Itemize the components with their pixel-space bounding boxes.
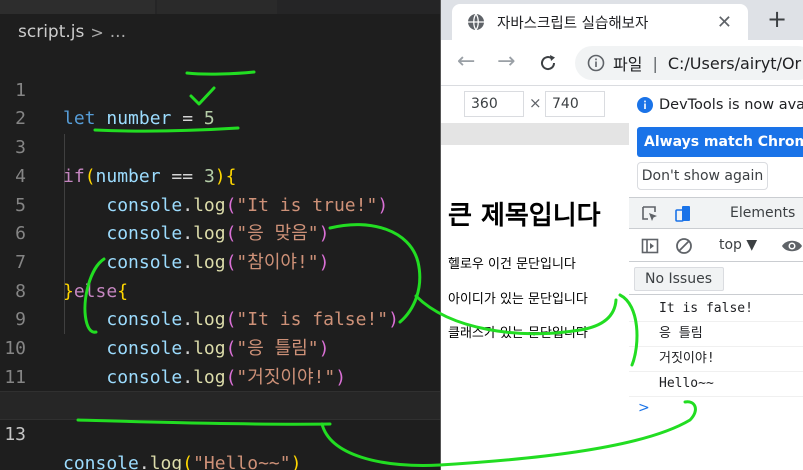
device-height-input[interactable]: 740 [545, 91, 605, 117]
code-line[interactable]: 4 console.log("It is true!") [0, 134, 440, 216]
ruler-strip [441, 123, 629, 145]
clear-console-icon[interactable] [675, 237, 693, 255]
tab-elements[interactable]: Elements [730, 205, 795, 221]
browser-toolbar: ← → 파일 | C:/Users/airyt/Or [441, 40, 803, 86]
breadcrumb-file[interactable]: script.js [18, 22, 84, 42]
context-selector[interactable]: top ▼ [719, 237, 757, 253]
line-number: 13 [4, 424, 26, 446]
reload-icon[interactable] [538, 53, 558, 73]
code-line[interactable]: 10 console.log("거짓이야!") [0, 306, 440, 388]
eye-icon[interactable] [781, 237, 803, 255]
dont-show-again-button[interactable]: Don't show again [637, 162, 768, 190]
device-toggle-icon[interactable] [674, 205, 692, 223]
editor-tab[interactable] [157, 0, 277, 14]
dimension-separator: × [529, 94, 542, 112]
info-icon[interactable] [587, 54, 605, 72]
always-match-language-button[interactable]: Always match Chrome's [637, 127, 803, 157]
globe-icon [468, 13, 484, 31]
code-line[interactable]: 2 [0, 77, 440, 129]
inspect-element-icon[interactable] [641, 205, 659, 223]
browser-window: 자바스크립트 실습해보자 ✕ + ← → 파일 | C:/Users/airyt… [440, 0, 803, 470]
console-message: 응 틀림 [629, 322, 803, 347]
editor-tab-strip [0, 0, 440, 14]
browser-tab-title: 자바스크립트 실습해보자 [497, 15, 649, 32]
console-message: It is false! [629, 297, 803, 322]
code-string: "Hello~~" [193, 452, 291, 470]
browser-tab[interactable]: 자바스크립트 실습해보자 ✕ [452, 4, 748, 40]
back-arrow-icon[interactable]: ← [457, 50, 475, 74]
browser-tab-strip: 자바스크립트 실습해보자 ✕ + [441, 0, 803, 40]
breadcrumb-more[interactable]: ... [110, 22, 126, 42]
device-width-input[interactable]: 360 [464, 91, 524, 117]
devtools-notice: DevTools is now avail [637, 97, 803, 113]
devtools-notice-text: DevTools is now avail [659, 97, 803, 113]
url-text[interactable]: C:/Users/airyt/Or [668, 54, 801, 73]
code-line[interactable]: 7 }else{ [0, 220, 440, 302]
code-line[interactable]: 11 } [0, 335, 440, 417]
code-line[interactable]: 5 console.log("응 맞음") [0, 163, 440, 245]
code-line[interactable]: 8 console.log("It is false!") [0, 249, 440, 331]
sidebar-toggle-icon[interactable] [641, 237, 659, 255]
console-toolbar: top ▼ [629, 230, 803, 262]
no-issues-button[interactable]: No Issues [634, 267, 724, 291]
issues-row: No Issues [629, 263, 803, 295]
forward-arrow-icon[interactable]: → [497, 50, 515, 74]
code-object: console [63, 452, 139, 470]
editor-tab[interactable] [0, 0, 155, 14]
page-paragraph-id: 아이디가 있는 문단입니다 [448, 292, 588, 307]
devtools-panel: DevTools is now avail Always match Chrom… [629, 87, 803, 470]
url-scheme-label: 파일 [613, 55, 643, 74]
console-message: 거짓이야! [629, 347, 803, 372]
chevron-right-icon: > [90, 22, 104, 42]
console-prompt[interactable]: > [638, 400, 650, 416]
page-heading: 큰 제목입니다 [448, 201, 601, 231]
url-separator: | [652, 53, 658, 73]
code-line[interactable]: 9 console.log("응 틀림") [0, 278, 440, 359]
code-line[interactable]: 12 [0, 364, 440, 416]
devtools-tab-bar: Elements [629, 197, 803, 229]
code-function: log [149, 452, 183, 470]
code-line[interactable]: 1 let number = 5 [0, 48, 440, 130]
close-icon[interactable]: ✕ [717, 12, 732, 33]
page-paragraph: 헬로우 이건 문단입니다 [448, 257, 576, 272]
breadcrumb: script.js > ... [0, 18, 440, 46]
new-tab-button[interactable]: + [767, 6, 787, 32]
console-message: Hello~~ [629, 372, 803, 397]
code-line-current[interactable]: 13 console.log("Hello~~") [0, 391, 440, 470]
page-paragraph-class: 클래스가 있는 문단입니다 [448, 326, 588, 341]
code-line[interactable]: 6 console.log("참이야!") [0, 192, 440, 273]
device-toolbar: 360 × 740 [441, 87, 629, 123]
page-viewport: 360 × 740 큰 제목입니다 헬로우 이건 문단입니다 아이디가 있는 문… [441, 87, 629, 470]
code-line[interactable]: 3 if(number == 3){ [0, 105, 440, 187]
info-icon [637, 97, 653, 113]
address-bar[interactable]: 파일 | C:/Users/airyt/Or [575, 46, 803, 80]
rendered-page: 큰 제목입니다 헬로우 이건 문단입니다 아이디가 있는 문단입니다 클래스가 … [441, 145, 629, 470]
code-editor[interactable]: script.js > ... 1 let number = 5 2 3 if(… [0, 0, 440, 470]
